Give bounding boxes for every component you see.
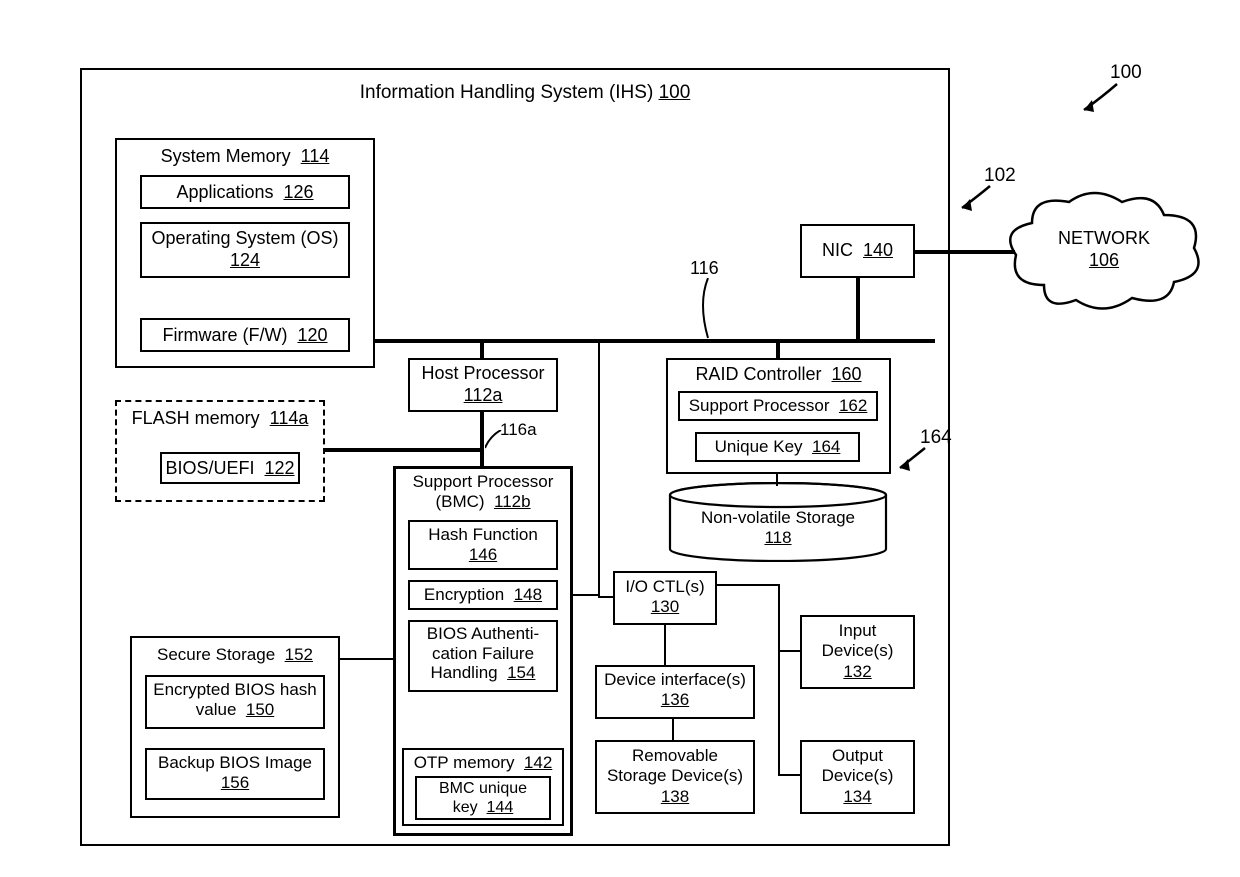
conn-nic-network (915, 250, 1015, 254)
conn-ioctl-vert (778, 584, 780, 776)
conn-ioctl-dev (664, 625, 666, 667)
conn-ioctl-right1 (717, 584, 779, 586)
encryption-label: Encryption 148 (408, 585, 558, 605)
bios-uefi-label: BIOS/UEFI 122 (160, 458, 300, 480)
nic-label: NIC 140 (800, 240, 915, 262)
secure-title: Secure Storage 152 (135, 645, 335, 665)
hash-fn-label: Hash Function146 (408, 525, 558, 566)
conn-to-output (778, 774, 802, 776)
conn-nic-bus (856, 278, 860, 341)
conn-to-ioctl (598, 596, 614, 598)
leader-116a (485, 430, 503, 450)
conn-raid-bus (776, 341, 780, 359)
enc-hash-label: Encrypted BIOS hash value 150 (145, 680, 325, 721)
bmc-key-label: BMC unique key 144 (415, 779, 551, 817)
devif-label: Device interface(s)136 (595, 670, 755, 711)
leader-116 (698, 278, 718, 340)
conn-host-bmc (480, 412, 484, 467)
backup-bios-label: Backup BIOS Image156 (145, 753, 325, 794)
nvs-label: Non-volatile Storage118 (668, 508, 888, 549)
fw-label: Firmware (F/W) 120 (140, 325, 350, 347)
raid-sp-label: Support Processor 162 (678, 396, 878, 416)
applications-label: Applications 126 (140, 182, 350, 204)
bmc-title: Support Processor (BMC) 112b (398, 472, 568, 513)
input-label: InputDevice(s)132 (800, 621, 915, 682)
arrow-164 (890, 446, 930, 478)
remov-label: RemovableStorage Device(s)138 (595, 746, 755, 807)
arrow-100 (1072, 82, 1122, 122)
os-label: Operating System (OS)124 (140, 228, 350, 271)
arrow-102 (950, 184, 995, 219)
conn-raid-nvs (776, 474, 778, 486)
system-memory-title: System Memory 114 (125, 146, 365, 168)
flash-title: FLASH memory 114a (120, 408, 320, 430)
conn-dev-remov (672, 719, 674, 741)
conn-host-tap (480, 341, 484, 359)
host-processor-label: Host Processor112a (408, 363, 558, 406)
conn-116a-h (325, 448, 482, 452)
bus-116 (375, 339, 935, 343)
conn-enc-tap (573, 594, 599, 596)
raid-title: RAID Controller 160 (666, 364, 891, 386)
conn-secure-bmc (340, 658, 394, 660)
network-label: NETWORK106 (1014, 228, 1194, 271)
raid-key-label: Unique Key 164 (695, 437, 860, 457)
ihs-title: Information Handling System (IHS) 100 (350, 82, 700, 105)
conn-center-drop (598, 341, 600, 598)
bafh-label: BIOS Authenti-cation FailureHandling 154 (408, 624, 558, 683)
output-label: OutputDevice(s)134 (800, 746, 915, 807)
otp-label: OTP memory 142 (402, 753, 564, 773)
ref-116a: 116a (500, 420, 537, 440)
conn-to-input (778, 650, 802, 652)
ref-116: 116 (690, 258, 719, 280)
ioctl-label: I/O CTL(s)130 (613, 577, 717, 618)
